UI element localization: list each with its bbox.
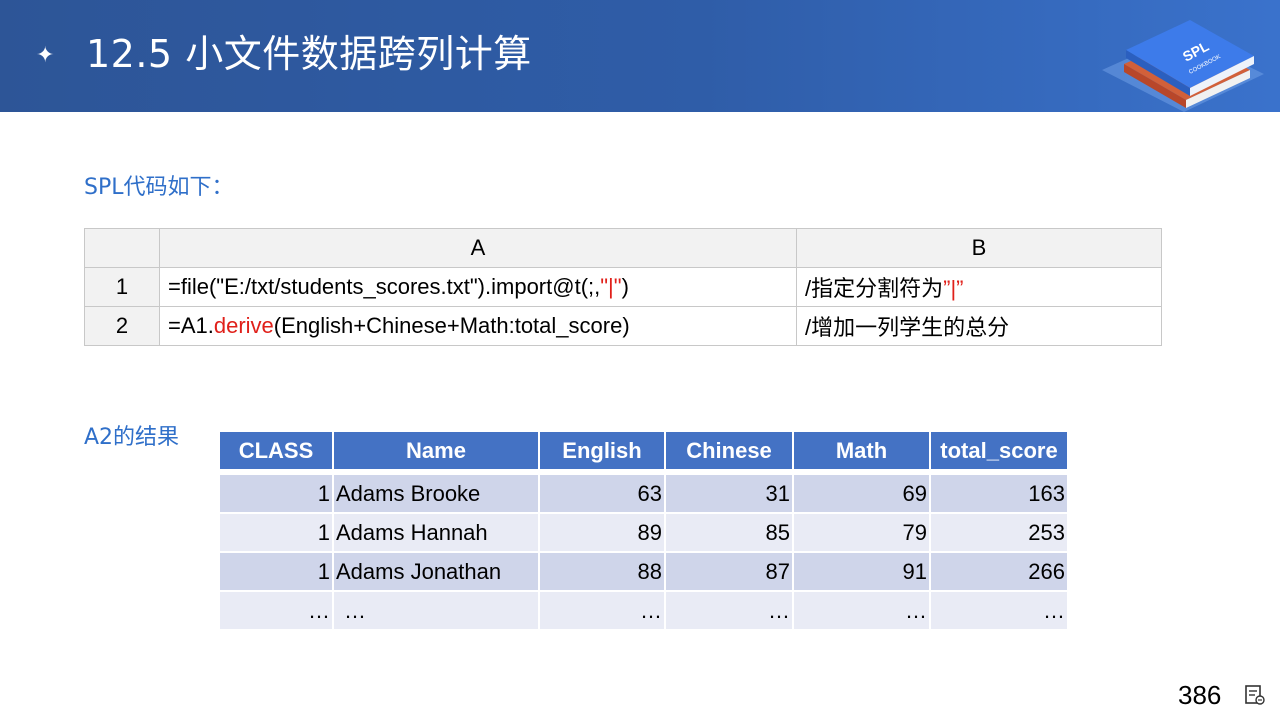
cell-total-score: 163 xyxy=(931,475,1067,514)
column-header: Math xyxy=(794,432,931,469)
column-header: Name xyxy=(334,432,540,469)
comment-text: /增加一列学生的总分 xyxy=(805,315,1010,340)
cell-total-score: … xyxy=(931,592,1067,631)
cell-math: 69 xyxy=(794,475,931,514)
code-section-label: SPL代码如下： xyxy=(84,175,234,200)
code-text: =A1. xyxy=(168,313,214,338)
cell-name: Adams Hannah xyxy=(334,514,540,553)
cell-chinese: 85 xyxy=(666,514,794,553)
cell-chinese: 31 xyxy=(666,475,794,514)
sparkle-icon: ✦ xyxy=(36,42,55,67)
slide-title: 12.5 小文件数据跨列计算 xyxy=(86,32,532,76)
slide-notes-icon[interactable] xyxy=(1244,684,1266,706)
code-grid-header-row: A B xyxy=(84,228,1162,268)
table-row: 1 Adams Brooke 63 31 69 163 xyxy=(220,475,1067,514)
code-highlight: "|" xyxy=(600,274,622,299)
cell-a1: =file("E:/txt/students_scores.txt").impo… xyxy=(159,267,797,307)
cell-class: 1 xyxy=(220,553,334,592)
cell-class: 1 xyxy=(220,514,334,553)
result-section-label: A2的结果 xyxy=(84,425,180,450)
cell-english: 89 xyxy=(540,514,666,553)
table-row: 1 Adams Hannah 89 85 79 253 xyxy=(220,514,1067,553)
code-text: (English+Chinese+Math:total_score) xyxy=(273,313,630,338)
cell-class: … xyxy=(220,592,334,631)
row-number: 2 xyxy=(84,306,160,346)
spl-code-grid: A B 1 =file("E:/txt/students_scores.txt"… xyxy=(84,228,1162,346)
code-text: =file("E:/txt/students_scores.txt").impo… xyxy=(168,274,601,299)
col-header-a: A xyxy=(159,228,797,268)
cell-english: 88 xyxy=(540,553,666,592)
column-header: CLASS xyxy=(220,432,334,469)
cell-total-score: 253 xyxy=(931,514,1067,553)
cell-b2: /增加一列学生的总分 xyxy=(796,306,1162,346)
cell-english: 63 xyxy=(540,475,666,514)
code-row-2: 2 =A1.derive(English+Chinese+Math:total_… xyxy=(84,306,1162,346)
cell-class: 1 xyxy=(220,475,334,514)
page-number: 386 xyxy=(1178,680,1222,710)
column-header: English xyxy=(540,432,666,469)
result-table: CLASS Name English Chinese Math total_sc… xyxy=(220,432,1067,631)
cell-name: Adams Jonathan xyxy=(334,553,540,592)
cell-total-score: 266 xyxy=(931,553,1067,592)
cell-name: Adams Brooke xyxy=(334,475,540,514)
code-highlight: derive xyxy=(213,313,274,338)
comment-highlight: ”|” xyxy=(943,276,964,301)
cell-b1: /指定分割符为”|” xyxy=(796,267,1162,307)
cell-math: 79 xyxy=(794,514,931,553)
cell-chinese: … xyxy=(666,592,794,631)
comment-text: /指定分割符为 xyxy=(805,276,944,301)
corner-cell xyxy=(84,228,160,268)
cell-a2: =A1.derive(English+Chinese+Math:total_sc… xyxy=(159,306,797,346)
cell-chinese: 87 xyxy=(666,553,794,592)
col-header-b: B xyxy=(796,228,1162,268)
title-bar: ✦ 12.5 小文件数据跨列计算 SPL COOKBOOK xyxy=(0,0,1280,112)
table-row: 1 Adams Jonathan 88 87 91 266 xyxy=(220,553,1067,592)
spl-cookbook-logo: SPL COOKBOOK xyxy=(1102,20,1264,112)
code-text: ) xyxy=(621,274,629,299)
table-row: … … … … … … xyxy=(220,592,1067,631)
row-number: 1 xyxy=(84,267,160,307)
cell-math: 91 xyxy=(794,553,931,592)
result-header-row: CLASS Name English Chinese Math total_sc… xyxy=(220,432,1067,469)
column-header: Chinese xyxy=(666,432,794,469)
cell-math: … xyxy=(794,592,931,631)
code-row-1: 1 =file("E:/txt/students_scores.txt").im… xyxy=(84,267,1162,307)
cell-name: … xyxy=(334,592,540,631)
column-header: total_score xyxy=(931,432,1067,469)
cell-english: … xyxy=(540,592,666,631)
